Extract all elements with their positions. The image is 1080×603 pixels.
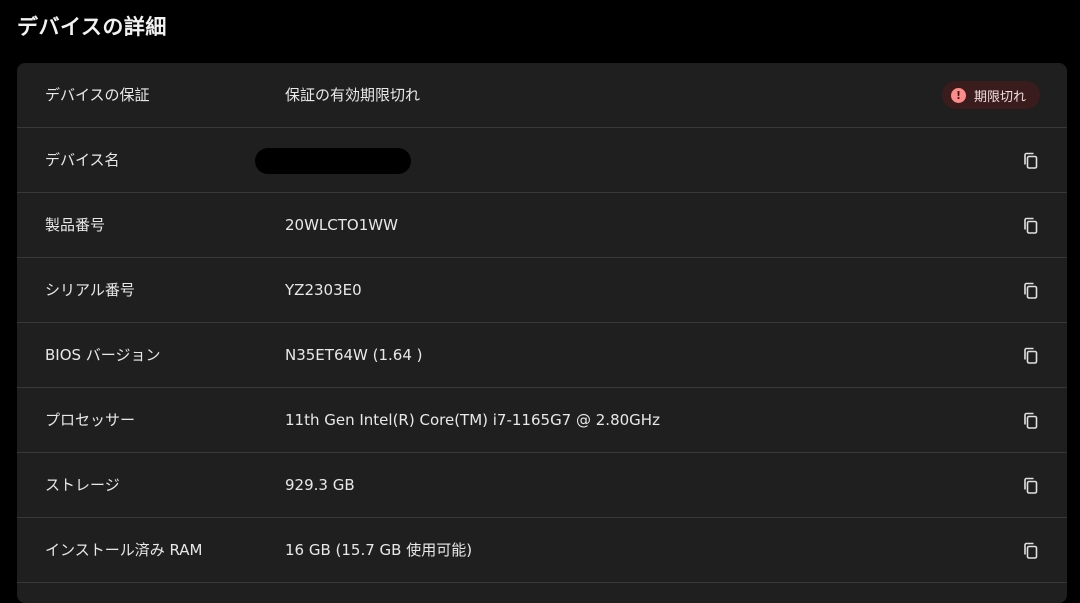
row-value: 929.3 GB <box>285 476 355 494</box>
copy-icon <box>1024 477 1038 494</box>
row-installed-ram: インストール済み RAM 16 GB (15.7 GB 使用可能) <box>17 518 1067 583</box>
row-label: 製品番号 <box>45 216 106 234</box>
page-title: デバイスの詳細 <box>17 15 167 39</box>
row-value: N35ET64W (1.64 ) <box>285 346 423 364</box>
redacted-value <box>255 148 411 174</box>
device-details-panel: デバイスの保証 保証の有効期限切れ ! 期限切れ デバイス名 製品番号 20WL… <box>17 63 1067 603</box>
row-processor: プロセッサー 11th Gen Intel(R) Core(TM) i7-116… <box>17 388 1067 453</box>
row-value: 保証の有効期限切れ <box>285 86 421 104</box>
row-label: デバイス名 <box>45 151 120 169</box>
row-label: プロセッサー <box>45 411 136 429</box>
copy-button[interactable] <box>1021 216 1041 236</box>
alert-icon: ! <box>950 87 966 103</box>
row-label: シリアル番号 <box>45 281 135 299</box>
copy-button[interactable] <box>1021 281 1041 301</box>
row-label: デバイスの保証 <box>45 86 150 104</box>
row-bios-version: BIOS バージョン N35ET64W (1.64 ) <box>17 323 1067 388</box>
row-label: BIOS バージョン <box>45 346 161 364</box>
row-value: 11th Gen Intel(R) Core(TM) i7-1165G7 @ 2… <box>285 411 660 429</box>
copy-button[interactable] <box>1021 151 1041 171</box>
row-serial-number: シリアル番号 YZ2303E0 <box>17 258 1067 323</box>
copy-icon <box>1024 152 1038 169</box>
copy-button[interactable] <box>1021 411 1041 431</box>
row-value: YZ2303E0 <box>285 281 362 299</box>
copy-button[interactable] <box>1021 476 1041 496</box>
copy-icon <box>1024 217 1038 234</box>
row-product-number: 製品番号 20WLCTO1WW <box>17 193 1067 258</box>
copy-icon <box>1024 542 1038 559</box>
row-storage: ストレージ 929.3 GB <box>17 453 1067 518</box>
row-device-warranty: デバイスの保証 保証の有効期限切れ ! 期限切れ <box>17 63 1067 128</box>
copy-button[interactable] <box>1021 541 1041 561</box>
row-label: ストレージ <box>45 476 120 494</box>
row-value: 20WLCTO1WW <box>285 216 398 234</box>
row-label: インストール済み RAM <box>45 541 203 559</box>
row-value: 16 GB (15.7 GB 使用可能) <box>285 541 473 559</box>
copy-icon <box>1024 412 1038 429</box>
expired-status-badge: ! 期限切れ <box>941 81 1040 109</box>
copy-icon <box>1024 282 1038 299</box>
copy-button[interactable] <box>1021 346 1041 366</box>
row-device-name: デバイス名 <box>17 128 1067 193</box>
badge-text: 期限切れ <box>973 89 1026 105</box>
copy-icon <box>1024 347 1038 364</box>
